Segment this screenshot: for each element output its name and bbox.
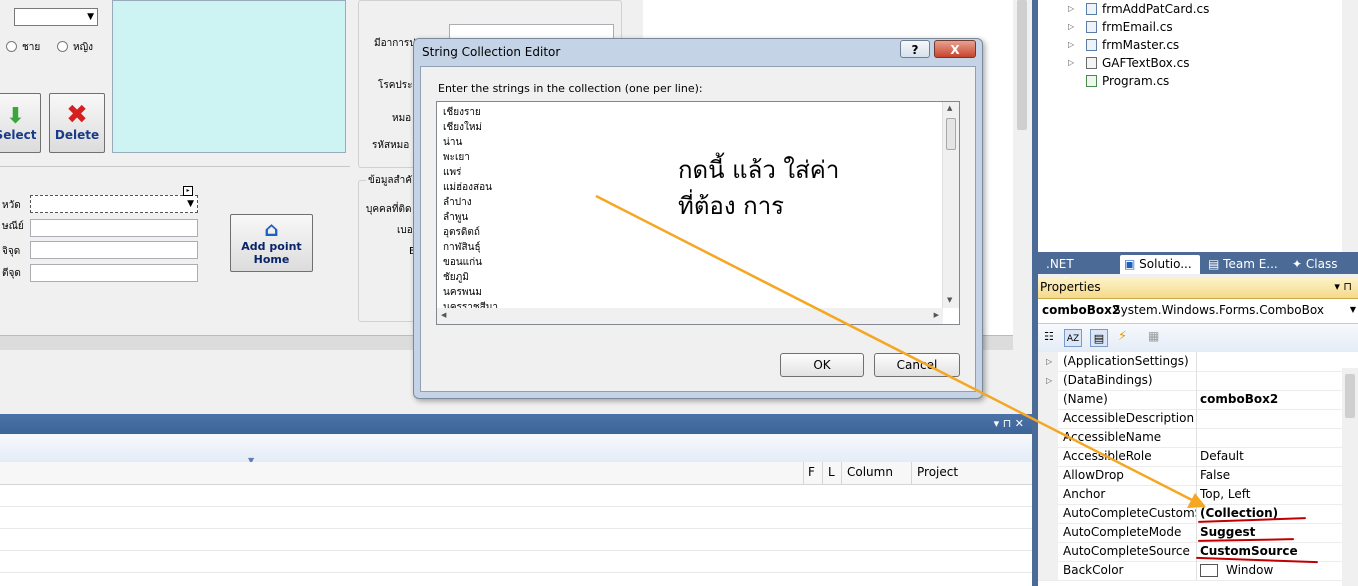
annotation-arrow-icon [595,194,1206,508]
